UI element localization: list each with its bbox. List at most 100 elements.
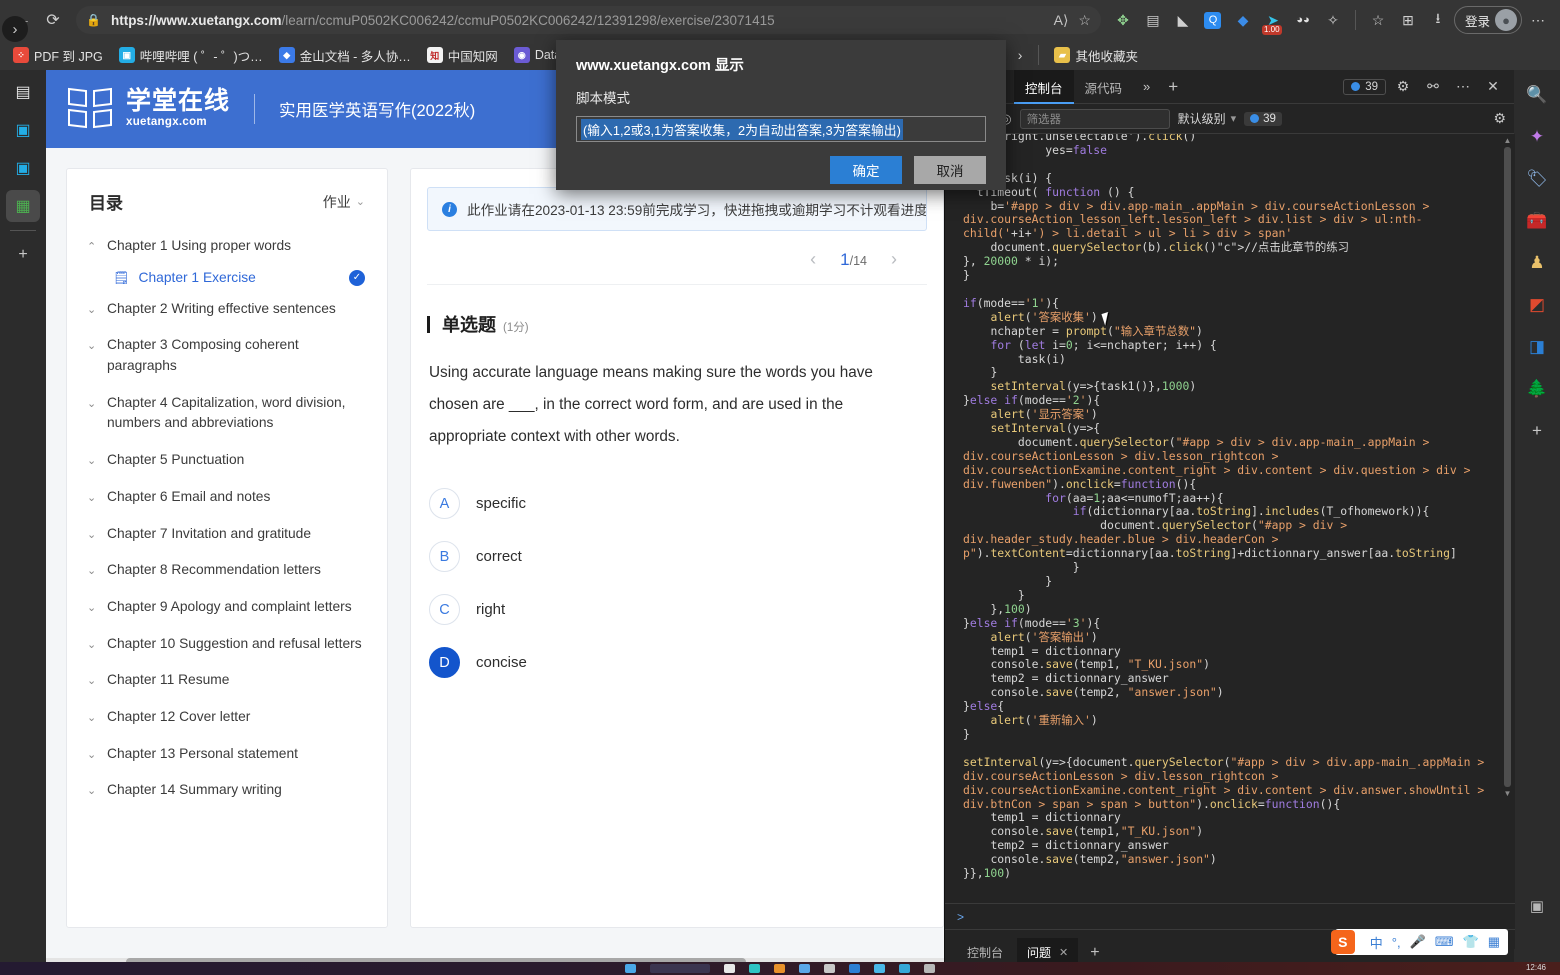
catalog-chapter-8[interactable]: ⌄ Chapter 8 Recommendation letters — [67, 552, 387, 589]
outlook-icon[interactable]: ◨ — [1520, 330, 1554, 364]
split-screen-icon[interactable]: ⊞ — [1394, 6, 1422, 34]
microphone-icon[interactable]: 🎤 — [1410, 934, 1426, 950]
quark-extension-icon[interactable]: Q — [1199, 6, 1227, 34]
downloads-icon[interactable]: ⭳ — [1424, 6, 1452, 34]
prev-question-button[interactable]: ‹ — [810, 249, 816, 270]
taskbar-app-icon-6[interactable] — [874, 964, 885, 973]
console-output[interactable]: nfont.right.unselectable').click() yes=f… — [945, 134, 1515, 949]
log-level-selector[interactable]: 默认级别 ▾ — [1178, 110, 1237, 127]
close-icon[interactable]: ✕ — [1059, 946, 1068, 959]
console-filter-input[interactable]: 筛选器 — [1019, 108, 1170, 129]
close-icon[interactable]: ✕ — [1480, 75, 1506, 99]
option-a[interactable]: A specific — [429, 477, 943, 530]
bookmarks-overflow-button[interactable]: › — [1010, 47, 1031, 63]
taskbar-app-icon-5[interactable] — [849, 964, 860, 973]
reader-extension-icon[interactable]: ▤ — [1139, 6, 1167, 34]
other-bookmarks-folder[interactable]: ▰ 其他收藏夹 — [1047, 44, 1145, 67]
glasses-extension-icon[interactable]: ◕◕ — [1289, 6, 1317, 34]
reload-button[interactable]: ⟳ — [38, 5, 68, 35]
bookmark-item[interactable]: ▣ 哔哩哔哩 ( ゜- ゜)つ… — [112, 44, 270, 67]
console-settings-gear-icon[interactable]: ⚙ — [1493, 110, 1506, 127]
bookmark-item[interactable]: ◆ 金山文档 - 多人协… — [272, 44, 418, 67]
catalog-chapter-1[interactable]: ⌃ Chapter 1 Using proper words — [67, 228, 387, 265]
taskbar-app-icon-3[interactable] — [799, 964, 810, 973]
devices-icon[interactable]: ⚯ — [1420, 75, 1446, 99]
add-sidebar-icon[interactable]: + — [1520, 414, 1554, 448]
diamond-extension-icon[interactable]: ◆ — [1229, 6, 1257, 34]
catalog-chapter-4[interactable]: ⌄ Chapter 4 Capitalization, word division… — [67, 385, 387, 442]
copilot-icon[interactable]: ✦ — [1520, 120, 1554, 154]
taskbar-search-icon[interactable] — [650, 964, 710, 973]
dialog-cancel-button[interactable]: 取消 — [914, 156, 986, 184]
catalog-chapter-5[interactable]: ⌄ Chapter 5 Punctuation — [67, 442, 387, 479]
taskbar-app-icon-8[interactable] — [924, 964, 935, 973]
console-scrollbar[interactable]: ▲ ▼ — [1503, 136, 1512, 926]
taskbar-start-icon[interactable] — [625, 964, 636, 973]
read-aloud-icon[interactable]: A⟩ — [1054, 12, 1069, 29]
bilibili-tab-icon[interactable]: ▣ — [6, 114, 40, 146]
tab-sources[interactable]: 源代码 — [1074, 70, 1134, 104]
puzzle-extension-icon[interactable]: ✧ — [1319, 6, 1347, 34]
browser-menu-icon[interactable]: ⋯ — [1524, 6, 1552, 34]
next-question-button[interactable]: › — [891, 249, 897, 270]
scroll-up-icon[interactable]: ▲ — [1503, 136, 1512, 145]
ime-mode-label[interactable]: 中 — [1370, 933, 1383, 952]
gear-icon[interactable]: ⚙ — [1390, 75, 1416, 99]
tampermonkey-extension-icon[interactable]: ✥ — [1109, 6, 1137, 34]
catalog-chapter-9[interactable]: ⌄ Chapter 9 Apology and complaint letters — [67, 589, 387, 626]
pointer-extension-icon[interactable]: ➤ 1.00 — [1259, 6, 1287, 35]
catalog-chapter-13[interactable]: ⌄ Chapter 13 Personal statement — [67, 736, 387, 773]
drop-icon[interactable]: 🌲 — [1520, 372, 1554, 406]
console-message-count[interactable]: 39 — [1244, 111, 1282, 126]
dialog-ok-button[interactable]: 确定 — [830, 156, 902, 184]
pen-extension-icon[interactable]: ◣ — [1169, 6, 1197, 34]
taskbar-app-icon[interactable] — [724, 964, 735, 973]
xuetangx-tab-icon[interactable]: ▦ — [6, 190, 40, 222]
tab-console[interactable]: 控制台 — [1014, 69, 1074, 104]
signin-button[interactable]: 登录 ● — [1453, 6, 1522, 34]
dialog-input[interactable]: (输入1,2或3,1为答案收集，2为自动出答案,3为答案输出) — [576, 116, 986, 142]
scrollbar-thumb[interactable] — [1504, 147, 1511, 787]
add-panel-icon[interactable]: + — [1160, 77, 1186, 97]
catalog-chapter-12[interactable]: ⌄ Chapter 12 Cover letter — [67, 699, 387, 736]
expand-tab-panel-button[interactable]: › — [2, 16, 28, 42]
office-icon[interactable]: ◩ — [1520, 288, 1554, 322]
scroll-down-icon[interactable]: ▼ — [1503, 789, 1512, 798]
catalog-chapter-6[interactable]: ⌄ Chapter 6 Email and notes — [67, 479, 387, 516]
catalog-exercise-item[interactable]: 🗒 Chapter 1 Exercise ✓ — [67, 265, 387, 291]
address-bar[interactable]: 🔒 https://www.xuetangx.com/learn/ccmuP05… — [76, 6, 1101, 34]
grid-icon[interactable]: ▦ — [1488, 934, 1500, 950]
option-d[interactable]: D concise — [429, 636, 943, 689]
browser-essentials-icon[interactable]: ▤ — [6, 76, 40, 108]
sogou-logo-icon[interactable]: S — [1330, 930, 1355, 954]
new-tab-plus-icon[interactable]: + — [6, 239, 40, 271]
option-c[interactable]: C right — [429, 583, 943, 636]
customize-sidebar-panel[interactable]: ▣ — [1518, 897, 1556, 915]
taskbar-app-icon-7[interactable] — [899, 964, 910, 973]
collections-icon[interactable]: ☆ — [1364, 6, 1392, 34]
console-prompt[interactable]: > — [945, 903, 1515, 929]
shirt-icon[interactable]: 👕 — [1463, 934, 1479, 950]
option-b[interactable]: B correct — [429, 530, 943, 583]
ellipsis-icon[interactable]: ⋯ — [1450, 75, 1476, 99]
catalog-chapter-3[interactable]: ⌄ Chapter 3 Composing coherent paragraphs — [67, 327, 387, 384]
bookmark-item[interactable]: 知中国知网 — [420, 44, 505, 67]
catalog-chapter-7[interactable]: ⌄ Chapter 7 Invitation and gratitude — [67, 516, 387, 553]
taskbar-app-icon-4[interactable] — [824, 964, 835, 973]
shopping-tag-icon[interactable]: 🏷 — [1520, 162, 1554, 196]
tools-icon[interactable]: 🧰 — [1520, 204, 1554, 238]
catalog-chapter-14[interactable]: ⌄ Chapter 14 Summary writing — [67, 772, 387, 809]
add-drawer-tab-icon[interactable]: + — [1082, 944, 1107, 962]
keyboard-icon[interactable]: ⌨ — [1435, 934, 1454, 950]
catalog-filter-dropdown[interactable]: 作业 ⌄ — [323, 192, 365, 212]
games-icon[interactable]: ♟ — [1520, 246, 1554, 280]
ime-punctuation-toggle[interactable]: °, — [1392, 935, 1401, 950]
catalog-chapter-10[interactable]: ⌄ Chapter 10 Suggestion and refusal lette… — [67, 626, 387, 663]
bookmark-item[interactable]: ⁘ PDF 到 JPG — [6, 44, 110, 67]
taskbar-app-icon-2[interactable] — [774, 964, 785, 973]
bilibili-tab-icon-2[interactable]: ▣ — [6, 152, 40, 184]
favorite-star-icon[interactable]: ☆ — [1078, 12, 1091, 29]
catalog-chapter-11[interactable]: ⌄ Chapter 11 Resume — [67, 662, 387, 699]
catalog-chapter-2[interactable]: ⌄ Chapter 2 Writing effective sentences — [67, 291, 387, 328]
message-count-badge[interactable]: 39 — [1343, 78, 1386, 95]
